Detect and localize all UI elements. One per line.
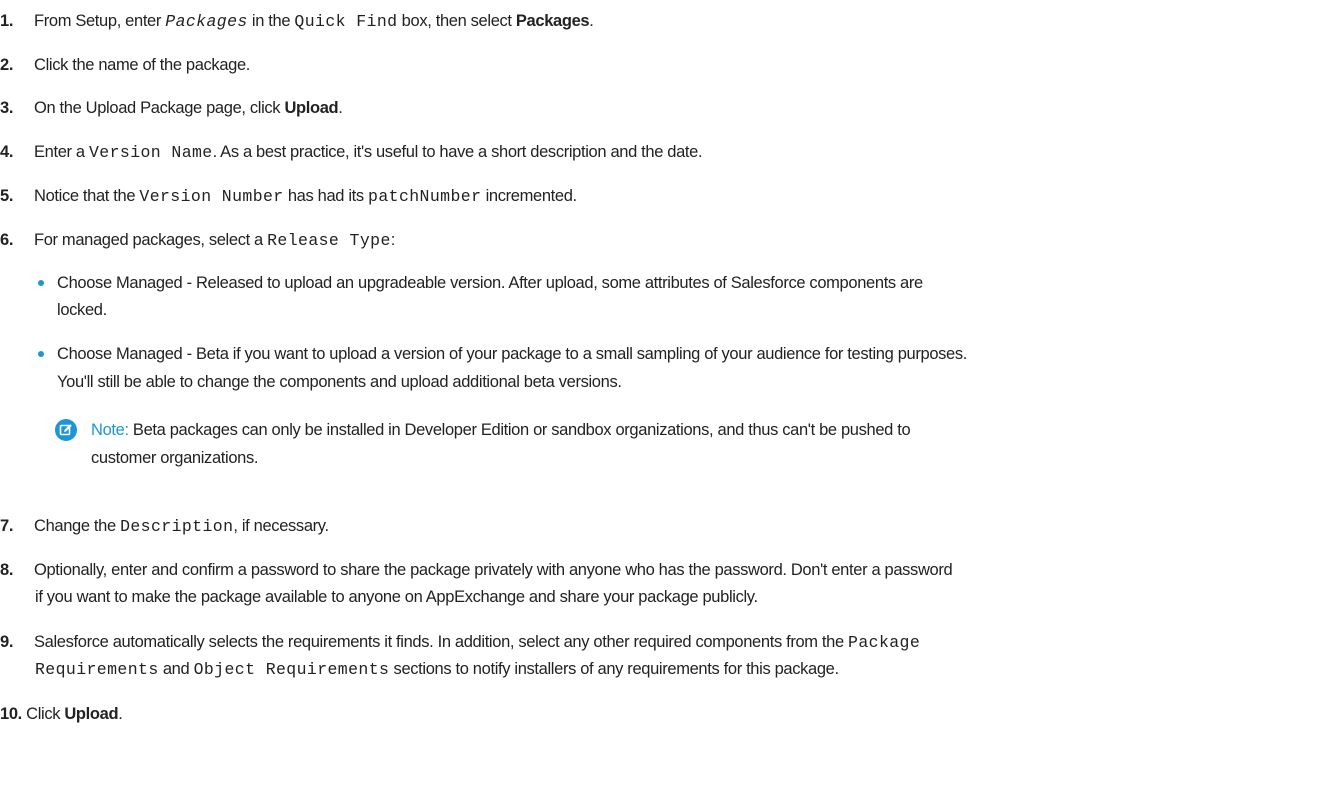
step-text: . <box>589 12 594 30</box>
bold-term: Upload <box>284 99 339 117</box>
step-text: Salesforce automatically selects the req… <box>34 633 849 651</box>
step-text: Change the <box>34 517 121 535</box>
step-text: Optionally, enter and confirm a password… <box>34 561 953 579</box>
step-number: 6. <box>0 231 14 249</box>
step-6: 6. For managed packages, select a Release… <box>0 228 395 253</box>
note-text: Beta packages can only be installed in D… <box>128 421 911 439</box>
step-text: : <box>390 231 396 249</box>
step-8-line-2: if you want to make the package availabl… <box>35 588 758 606</box>
step-text: incremented. <box>481 187 578 205</box>
bullet-dot <box>38 280 44 286</box>
note-edit-icon <box>55 419 77 441</box>
bold-term: Packages <box>515 12 590 30</box>
step-text: On the Upload Package page, click <box>34 99 285 117</box>
step-text: sections to notify installers of any req… <box>389 660 840 678</box>
bullet-dot <box>38 351 44 357</box>
step-9: 9. Salesforce automatically selects the r… <box>0 630 920 655</box>
step-text: Click <box>21 705 65 723</box>
step-9-line-2: Requirements and Object Requirements sec… <box>35 657 839 682</box>
step-8: 8. Optionally, enter and confirm a passwo… <box>0 558 953 582</box>
step-text: Notice that the <box>34 187 140 205</box>
step-text: For managed packages, select a <box>34 231 268 249</box>
note-label: Note: <box>91 421 129 439</box>
step-number: 2. <box>0 56 14 74</box>
bullet-2-line-1: Choose Managed - Beta if you want to upl… <box>57 345 968 363</box>
step-number: 4. <box>0 143 14 161</box>
step-text: has had its <box>283 187 369 205</box>
step-number: 1. <box>0 12 14 30</box>
step-4: 4. Enter a Version Name. As a best practi… <box>0 140 703 165</box>
bullet-2-line-2: You'll still be able to change the compo… <box>57 373 622 391</box>
step-10: 10. Click Upload. <box>0 702 123 726</box>
code-term: patchNumber <box>368 187 482 206</box>
step-text: From Setup, enter <box>34 12 166 30</box>
step-text: and <box>158 660 194 678</box>
bold-term: Upload <box>64 705 119 723</box>
code-term: Release Type <box>267 231 391 250</box>
bullet-1-line-1: Choose Managed - Released to upload an u… <box>57 274 923 292</box>
code-term: Quick Find <box>294 12 398 31</box>
step-text: box, then select <box>397 12 516 30</box>
step-text: in the <box>247 12 295 30</box>
code-term: Packages <box>165 12 248 31</box>
step-text: Click the name of the package. <box>34 56 251 74</box>
note-line-2: customer organizations. <box>91 449 259 467</box>
step-text: . As a best practice, it's useful to hav… <box>212 143 703 161</box>
step-5: 5. Notice that the Version Number has had… <box>0 184 577 209</box>
step-text: . <box>118 705 123 723</box>
step-3: 3. On the Upload Package page, click Uplo… <box>0 96 343 120</box>
code-term: Object Requirements <box>193 660 390 679</box>
step-7: 7. Change the Description, if necessary. <box>0 514 329 539</box>
code-term: Package <box>848 633 921 652</box>
code-term: Description <box>120 517 234 536</box>
step-number: 9. <box>0 633 14 651</box>
code-term: Requirements <box>35 660 159 679</box>
step-number: 3. <box>0 99 14 117</box>
note-line-1: Note: Beta packages can only be installe… <box>91 418 911 442</box>
step-1: 1. From Setup, enter Packages in the Quic… <box>0 9 594 34</box>
instructions-page: 1. From Setup, enter Packages in the Quic… <box>0 0 1318 801</box>
code-term: Version Number <box>139 187 284 206</box>
step-number: 8. <box>0 561 14 579</box>
step-number: 7. <box>0 517 14 535</box>
step-text: , if necessary. <box>233 517 329 535</box>
step-number: 5. <box>0 187 14 205</box>
step-2: 2. Click the name of the package. <box>0 53 250 77</box>
code-term: Version Name <box>88 143 213 162</box>
step-number: 10. <box>0 705 22 723</box>
step-text: . <box>338 99 343 117</box>
bullet-1-line-2: locked. <box>57 301 107 319</box>
step-text: Enter a <box>34 143 89 161</box>
